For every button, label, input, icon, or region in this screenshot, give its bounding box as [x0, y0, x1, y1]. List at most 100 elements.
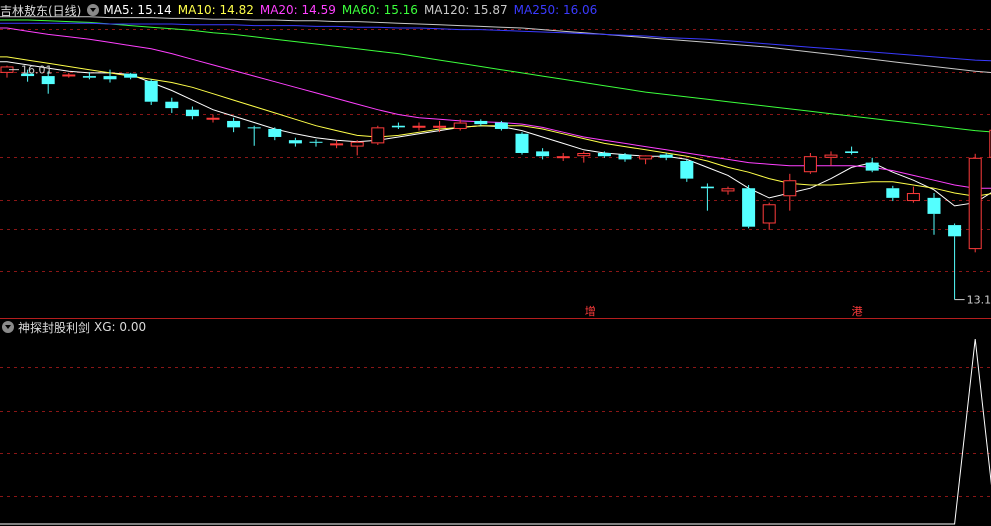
- candlestick[interactable]: [906, 186, 920, 203]
- candle-body: [124, 73, 138, 78]
- candlestick[interactable]: [206, 114, 220, 123]
- ma20-line: [0, 27, 991, 189]
- candle-body: [783, 180, 797, 197]
- candle-body: [206, 117, 220, 120]
- candlestick[interactable]: [639, 155, 653, 165]
- candle-body: [227, 120, 241, 128]
- candlestick[interactable]: [783, 173, 797, 211]
- stock-chart[interactable]: 16.01 13.13 增 港: [0, 0, 991, 526]
- candle-body: [412, 125, 426, 128]
- candlestick[interactable]: [474, 119, 488, 126]
- candle-body: [742, 188, 756, 227]
- candlestick[interactable]: [371, 125, 385, 145]
- candle-body: [618, 154, 632, 160]
- candle-body: [268, 128, 282, 137]
- candle-body: [433, 125, 447, 128]
- candle-body: [247, 127, 261, 129]
- chevron-down-icon[interactable]: [87, 4, 100, 16]
- candlestick[interactable]: [556, 152, 570, 161]
- candlestick[interactable]: [391, 122, 405, 129]
- candle-body: [371, 127, 385, 144]
- candle-body: [185, 109, 199, 117]
- candlestick[interactable]: [165, 97, 179, 113]
- candlestick[interactable]: [742, 185, 756, 229]
- candle-body: [82, 76, 96, 78]
- indicator-name: 神探封股利剑: [18, 320, 91, 335]
- candlestick[interactable]: [803, 152, 817, 174]
- candlestick[interactable]: [948, 223, 962, 300]
- ma120-label: MA120: 15.87: [423, 3, 508, 17]
- candlestick[interactable]: [865, 157, 879, 173]
- chevron-down-icon[interactable]: [2, 321, 14, 333]
- candle-body: [865, 162, 879, 171]
- candlestick[interactable]: [124, 72, 138, 80]
- candle-body: [556, 156, 570, 159]
- candlestick[interactable]: [721, 186, 735, 195]
- marker-gang: 港: [852, 305, 863, 318]
- candlestick[interactable]: [309, 139, 323, 147]
- candlestick[interactable]: [330, 140, 344, 149]
- candle-body: [515, 133, 529, 153]
- candlestick[interactable]: [515, 132, 529, 155]
- candle-body: [41, 76, 55, 85]
- candle-body: [721, 188, 735, 192]
- ma10-label: MA10: 14.82: [177, 3, 254, 17]
- candle-body: [474, 120, 488, 125]
- candlestick[interactable]: [886, 185, 900, 202]
- candle-body: [288, 140, 302, 144]
- candle-body: [659, 154, 673, 158]
- candle-body: [824, 154, 838, 158]
- candle-body: [845, 151, 859, 153]
- price-panel-header: 吉林敖东(日线) MA5: 15.14 MA10: 14.82 MA20: 14…: [0, 1, 603, 19]
- candle-body: [948, 225, 962, 237]
- candlestick[interactable]: [227, 117, 241, 133]
- candlestick[interactable]: [700, 183, 714, 211]
- candlestick[interactable]: [268, 127, 282, 141]
- marker-zeng: 增: [585, 304, 596, 318]
- candle-body: [453, 122, 467, 129]
- high-price-label: 16.01: [21, 64, 53, 77]
- candle-body: [494, 122, 508, 129]
- candlestick[interactable]: [968, 153, 982, 253]
- ma5-label: MA5: 15.14: [103, 3, 172, 17]
- candlestick[interactable]: [824, 151, 838, 166]
- candle-body: [886, 188, 900, 198]
- candle-body: [680, 161, 694, 179]
- candlestick[interactable]: [845, 146, 859, 155]
- candle-body: [700, 186, 714, 189]
- ma250-label: MA250: 16.06: [513, 3, 598, 17]
- candlestick[interactable]: [288, 137, 302, 147]
- candle-body: [330, 143, 344, 146]
- candlestick[interactable]: [185, 106, 199, 120]
- candle-body: [639, 155, 653, 160]
- candlestick[interactable]: [927, 193, 941, 235]
- price-annotations: 16.01 13.13 增 港: [9, 64, 991, 318]
- candlesticks[interactable]: [0, 65, 991, 300]
- candle-body: [906, 193, 920, 202]
- candlestick[interactable]: [350, 140, 364, 156]
- candlestick[interactable]: [680, 159, 694, 182]
- candle-body: [762, 204, 776, 224]
- candle-body: [803, 156, 817, 173]
- candle-body: [597, 152, 611, 157]
- candlestick[interactable]: [103, 69, 117, 83]
- low-price-label: 13.13: [967, 294, 991, 307]
- candle-body: [968, 157, 982, 250]
- candle-body: [927, 197, 941, 214]
- candle-body: [391, 125, 405, 128]
- candlestick[interactable]: [62, 72, 76, 78]
- candlestick[interactable]: [144, 79, 158, 105]
- candlestick[interactable]: [577, 151, 591, 163]
- ma60-label: MA60: 15.16: [341, 3, 418, 17]
- candle-body: [165, 101, 179, 109]
- candlestick[interactable]: [0, 65, 14, 78]
- candle-body: [309, 141, 323, 143]
- candle-body: [577, 152, 591, 157]
- candlestick[interactable]: [412, 122, 426, 131]
- candlestick[interactable]: [433, 120, 447, 133]
- candlestick[interactable]: [247, 125, 261, 146]
- candlestick[interactable]: [762, 202, 776, 230]
- candle-body: [144, 80, 158, 102]
- candle-body: [103, 76, 117, 80]
- indicator-value: XG: 0.00: [94, 320, 147, 334]
